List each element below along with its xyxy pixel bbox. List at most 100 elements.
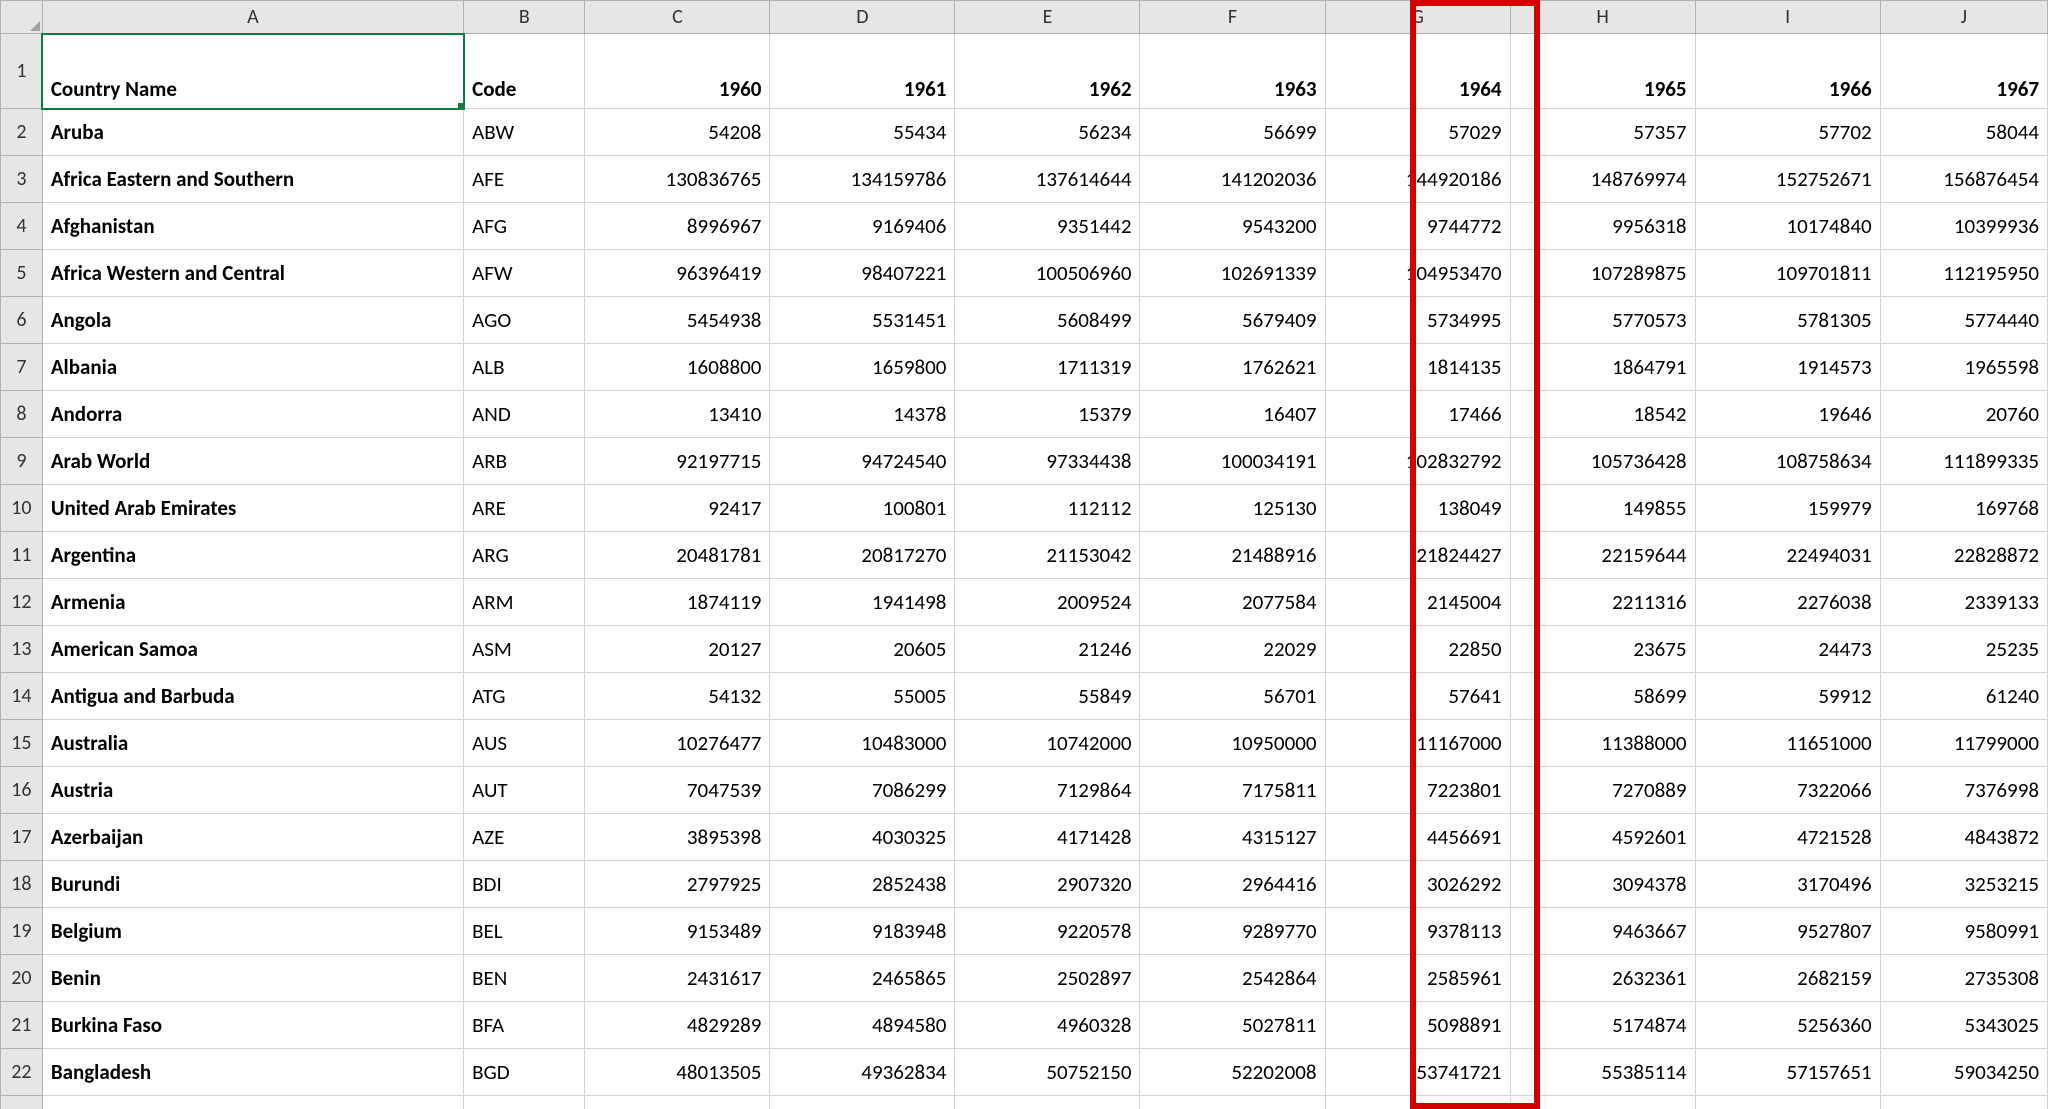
cell-J14[interactable]: 61240 <box>1880 673 2047 720</box>
cell-G12[interactable]: 2145004 <box>1325 579 1510 626</box>
cell-I13[interactable]: 24473 <box>1695 626 1880 673</box>
cell-A9[interactable]: Arab World <box>42 438 463 485</box>
cell-A12[interactable]: Armenia <box>42 579 463 626</box>
cell-E1[interactable]: 1962 <box>955 34 1140 109</box>
cell-A5[interactable]: Africa Western and Central <box>42 250 463 297</box>
cell-G20[interactable]: 2585961 <box>1325 955 1510 1002</box>
cell-I2[interactable]: 57702 <box>1695 109 1880 156</box>
cell-C9[interactable]: 92197715 <box>585 438 770 485</box>
cell-G5[interactable]: 104953470 <box>1325 250 1510 297</box>
cell-J13[interactable]: 25235 <box>1880 626 2047 673</box>
cell-B4[interactable]: AFG <box>464 203 585 250</box>
cell-B13[interactable]: ASM <box>464 626 585 673</box>
cell-J1[interactable]: 1967 <box>1880 34 2047 109</box>
cell-B20[interactable]: BEN <box>464 955 585 1002</box>
cell-G1[interactable]: 1964 <box>1325 34 1510 109</box>
cell-G2[interactable]: 57029 <box>1325 109 1510 156</box>
cell-H11[interactable]: 22159644 <box>1510 532 1695 579</box>
cell-I23[interactable]: 8258057 <box>1695 1096 1880 1109</box>
col-header-A[interactable]: A <box>42 1 463 34</box>
cell-B3[interactable]: AFE <box>464 156 585 203</box>
cell-E8[interactable]: 15379 <box>955 391 1140 438</box>
col-header-H[interactable]: H <box>1510 1 1695 34</box>
row-header-23[interactable]: 23 <box>1 1096 43 1109</box>
row-header-2[interactable]: 2 <box>1 109 43 156</box>
cell-H19[interactable]: 9463667 <box>1510 908 1695 955</box>
cell-J21[interactable]: 5343025 <box>1880 1002 2047 1049</box>
cell-E3[interactable]: 137614644 <box>955 156 1140 203</box>
cell-A3[interactable]: Africa Eastern and Southern <box>42 156 463 203</box>
cell-H6[interactable]: 5770573 <box>1510 297 1695 344</box>
cell-C12[interactable]: 1874119 <box>585 579 770 626</box>
cell-E23[interactable]: 8012946 <box>955 1096 1140 1109</box>
cell-C1[interactable]: 1960 <box>585 34 770 109</box>
cell-E7[interactable]: 1711319 <box>955 344 1140 391</box>
cell-D4[interactable]: 9169406 <box>770 203 955 250</box>
cell-B17[interactable]: AZE <box>464 814 585 861</box>
cell-E22[interactable]: 50752150 <box>955 1049 1140 1096</box>
cell-G11[interactable]: 21824427 <box>1325 532 1510 579</box>
cell-I12[interactable]: 2276038 <box>1695 579 1880 626</box>
cell-H16[interactable]: 7270889 <box>1510 767 1695 814</box>
cell-D3[interactable]: 134159786 <box>770 156 955 203</box>
row-header-4[interactable]: 4 <box>1 203 43 250</box>
cell-B21[interactable]: BFA <box>464 1002 585 1049</box>
cell-A14[interactable]: Antigua and Barbuda <box>42 673 463 720</box>
select-all-corner[interactable] <box>1 1 43 34</box>
cell-H17[interactable]: 4592601 <box>1510 814 1695 861</box>
cell-F7[interactable]: 1762621 <box>1140 344 1325 391</box>
cell-E5[interactable]: 100506960 <box>955 250 1140 297</box>
cell-F9[interactable]: 100034191 <box>1140 438 1325 485</box>
cell-D14[interactable]: 55005 <box>770 673 955 720</box>
cell-A22[interactable]: Bangladesh <box>42 1049 463 1096</box>
cell-I18[interactable]: 3170496 <box>1695 861 1880 908</box>
row-header-3[interactable]: 3 <box>1 156 43 203</box>
cell-J9[interactable]: 111899335 <box>1880 438 2047 485</box>
cell-G6[interactable]: 5734995 <box>1325 297 1510 344</box>
cell-H3[interactable]: 148769974 <box>1510 156 1695 203</box>
cell-D17[interactable]: 4030325 <box>770 814 955 861</box>
cell-F22[interactable]: 52202008 <box>1140 1049 1325 1096</box>
cell-F18[interactable]: 2964416 <box>1140 861 1325 908</box>
cell-F23[interactable]: 8078145 <box>1140 1096 1325 1109</box>
cell-H1[interactable]: 1965 <box>1510 34 1695 109</box>
cell-H14[interactable]: 58699 <box>1510 673 1695 720</box>
cell-J4[interactable]: 10399936 <box>1880 203 2047 250</box>
cell-B10[interactable]: ARE <box>464 485 585 532</box>
cell-B7[interactable]: ALB <box>464 344 585 391</box>
cell-A16[interactable]: Austria <box>42 767 463 814</box>
cell-H2[interactable]: 57357 <box>1510 109 1695 156</box>
cell-D8[interactable]: 14378 <box>770 391 955 438</box>
cell-A21[interactable]: Burkina Faso <box>42 1002 463 1049</box>
cell-I7[interactable]: 1914573 <box>1695 344 1880 391</box>
cell-H12[interactable]: 2211316 <box>1510 579 1695 626</box>
cell-I20[interactable]: 2682159 <box>1695 955 1880 1002</box>
cell-D11[interactable]: 20817270 <box>770 532 955 579</box>
cell-F3[interactable]: 141202036 <box>1140 156 1325 203</box>
cell-J17[interactable]: 4843872 <box>1880 814 2047 861</box>
cell-G17[interactable]: 4456691 <box>1325 814 1510 861</box>
cell-D5[interactable]: 98407221 <box>770 250 955 297</box>
cell-H9[interactable]: 105736428 <box>1510 438 1695 485</box>
cell-H8[interactable]: 18542 <box>1510 391 1695 438</box>
cell-J18[interactable]: 3253215 <box>1880 861 2047 908</box>
cell-A8[interactable]: Andorra <box>42 391 463 438</box>
cell-C21[interactable]: 4829289 <box>585 1002 770 1049</box>
cell-A1[interactable]: Country Name <box>42 34 463 109</box>
cell-C15[interactable]: 10276477 <box>585 720 770 767</box>
cell-C10[interactable]: 92417 <box>585 485 770 532</box>
cell-B12[interactable]: ARM <box>464 579 585 626</box>
cell-J19[interactable]: 9580991 <box>1880 908 2047 955</box>
cell-C5[interactable]: 96396419 <box>585 250 770 297</box>
cell-J15[interactable]: 11799000 <box>1880 720 2047 767</box>
cell-G7[interactable]: 1814135 <box>1325 344 1510 391</box>
col-header-G[interactable]: G <box>1325 1 1510 34</box>
cell-F11[interactable]: 21488916 <box>1140 532 1325 579</box>
row-header-9[interactable]: 9 <box>1 438 43 485</box>
cell-B6[interactable]: AGO <box>464 297 585 344</box>
cell-E12[interactable]: 2009524 <box>955 579 1140 626</box>
row-header-18[interactable]: 18 <box>1 861 43 908</box>
cell-H23[interactable]: 8204168 <box>1510 1096 1695 1109</box>
cell-I10[interactable]: 159979 <box>1695 485 1880 532</box>
cell-B18[interactable]: BDI <box>464 861 585 908</box>
